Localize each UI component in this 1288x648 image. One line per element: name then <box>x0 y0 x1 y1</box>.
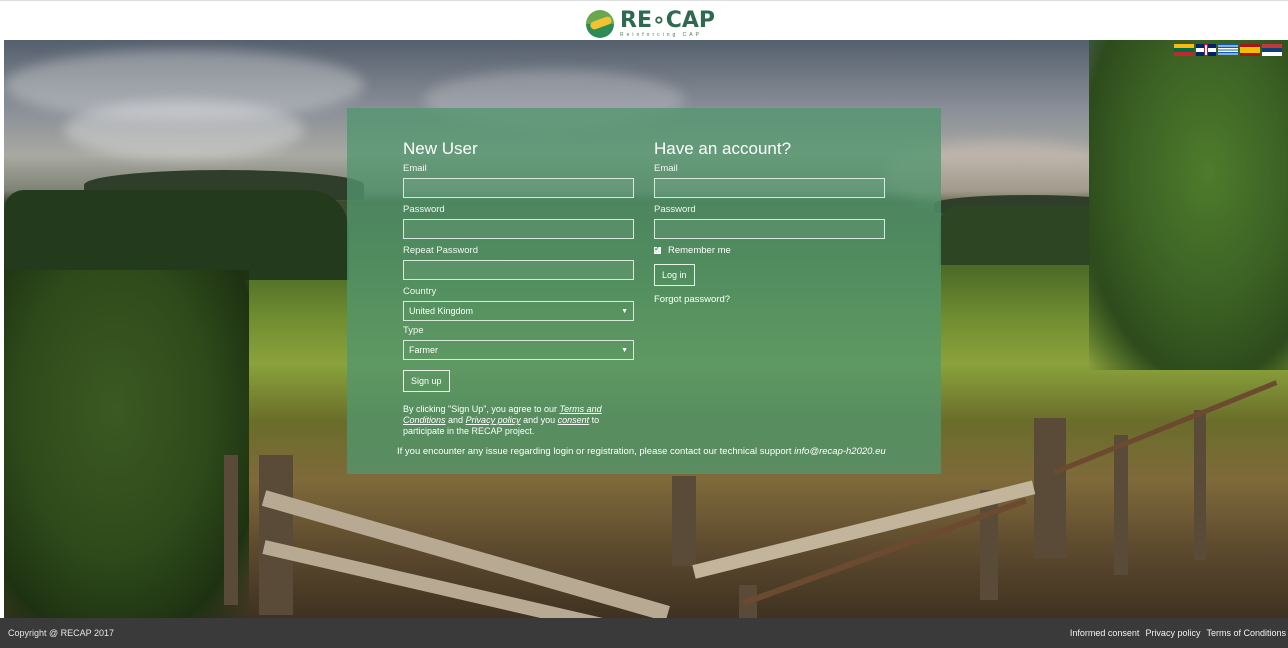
flag-uk-icon[interactable] <box>1196 44 1216 56</box>
signup-email-input[interactable] <box>403 178 634 198</box>
legal-notice: By clicking "Sign Up", you agree to our … <box>403 404 602 436</box>
flag-spain-icon[interactable] <box>1240 44 1260 56</box>
footer-links: Informed consent Privacy policy Terms of… <box>1070 628 1286 638</box>
flag-lithuania-icon[interactable] <box>1174 44 1194 56</box>
remember-me-checkbox[interactable] <box>654 244 661 254</box>
type-label: Type <box>403 325 424 336</box>
signup-title: New User <box>403 139 478 158</box>
chevron-down-icon: ▼ <box>621 307 628 315</box>
country-select[interactable]: United Kingdom ▼ <box>403 301 634 321</box>
country-label: Country <box>403 286 437 297</box>
flag-serbia-icon[interactable] <box>1262 44 1282 56</box>
login-password-label: Password <box>654 204 696 215</box>
login-button[interactable]: Log in <box>654 264 695 286</box>
login-title: Have an account? <box>654 139 792 158</box>
privacy-policy-link[interactable]: Privacy policy <box>1145 628 1200 638</box>
country-select-value: United Kingdom <box>409 306 474 316</box>
recap-logo[interactable]: RE∘CAP Reinforcing CAP <box>586 9 715 39</box>
signup-password-label: Password <box>403 204 445 215</box>
login-password-input[interactable] <box>654 219 885 239</box>
login-email-label: Email <box>654 163 678 174</box>
remember-me[interactable]: Remember me <box>654 244 885 256</box>
login-form: Have an account? Email Password Remember… <box>654 138 885 305</box>
type-select[interactable]: Farmer ▼ <box>403 340 634 360</box>
remember-me-label: Remember me <box>668 245 731 256</box>
signup-password-input[interactable] <box>403 219 634 239</box>
footer-bar: Copyright @ RECAP 2017 Informed consent … <box>0 618 1288 648</box>
support-email-link[interactable]: info@recap-h2020.eu <box>794 446 886 457</box>
signup-form: New User Email Password Repeat Password … <box>403 138 634 437</box>
privacy-link[interactable]: Privacy policy <box>466 415 521 425</box>
logo-name: RE∘CAP <box>620 8 716 33</box>
consent-link[interactable]: consent <box>558 415 590 425</box>
flag-greece-icon[interactable] <box>1218 44 1238 56</box>
header-bar: RE∘CAP Reinforcing CAP <box>0 0 1288 40</box>
signup-email-label: Email <box>403 163 427 174</box>
forgot-password-link[interactable]: Forgot password? <box>654 294 885 305</box>
copyright-text: Copyright @ RECAP 2017 <box>8 628 115 638</box>
chevron-down-icon: ▼ <box>621 346 628 354</box>
terms-of-conditions-link[interactable]: Terms of Conditions <box>1206 628 1286 638</box>
repeat-password-label: Repeat Password <box>403 245 478 256</box>
type-select-value: Farmer <box>409 345 438 355</box>
logo-tagline: Reinforcing CAP <box>620 32 702 38</box>
language-selector <box>1174 44 1282 56</box>
recap-logo-icon <box>586 10 614 38</box>
support-notice: If you encounter any issue regarding log… <box>397 446 886 457</box>
auth-panel: New User Email Password Repeat Password … <box>347 108 941 474</box>
informed-consent-link[interactable]: Informed consent <box>1070 628 1140 638</box>
login-email-input[interactable] <box>654 178 885 198</box>
repeat-password-input[interactable] <box>403 260 634 280</box>
signup-button[interactable]: Sign up <box>403 370 450 392</box>
